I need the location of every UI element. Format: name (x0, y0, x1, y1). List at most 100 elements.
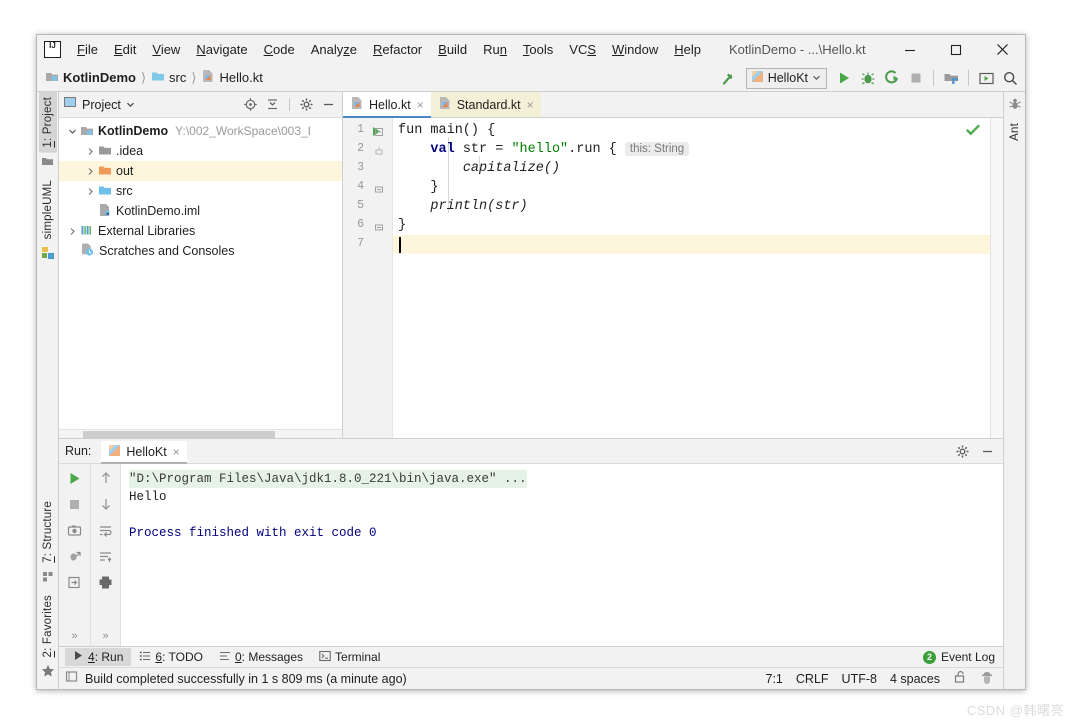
tree-item-scratches-and-consoles[interactable]: Scratches and Consoles (59, 241, 342, 261)
fold-marker-icon[interactable] (374, 124, 388, 142)
menu-help[interactable]: Help (666, 39, 709, 60)
breadcrumb-src[interactable]: src (151, 69, 186, 86)
gear-icon[interactable] (953, 442, 972, 461)
up-arrow-icon[interactable] (96, 468, 116, 488)
menu-run[interactable]: Run (475, 39, 515, 60)
sidebar-item-ant[interactable]: Ant (1006, 118, 1024, 146)
run-window-header: Run: HelloKt × (59, 439, 1003, 464)
editor-gutter[interactable]: 1 2 3 4 5 6 7 (343, 118, 393, 438)
menu-analyze[interactable]: Analyze (303, 39, 365, 60)
search-everywhere-icon[interactable] (999, 67, 1021, 89)
line-separator[interactable]: CRLF (796, 672, 829, 686)
hector-icon[interactable] (980, 670, 994, 687)
chevron-right-icon[interactable] (83, 187, 98, 196)
breadcrumb-hello-kt[interactable]: Hello.kt (201, 69, 263, 86)
close-icon[interactable] (979, 35, 1025, 64)
maximize-icon[interactable] (933, 35, 979, 64)
menu-navigate[interactable]: Navigate (188, 39, 255, 60)
menu-vcs[interactable]: VCS (561, 39, 604, 60)
gear-icon[interactable] (297, 95, 316, 114)
overflow-icon[interactable]: » (71, 630, 77, 642)
indent-setting[interactable]: 4 spaces (890, 672, 940, 686)
hide-icon[interactable] (319, 95, 338, 114)
code-content[interactable]: fun main() { val str = "hello".run { thi… (393, 118, 990, 438)
error-stripe-scrollbar[interactable] (990, 118, 1003, 438)
update-project-icon[interactable] (975, 67, 997, 89)
checkmark-ok-icon[interactable] (966, 123, 980, 142)
overflow-icon[interactable]: » (102, 630, 108, 642)
bottom-item-run[interactable]: 4: Run (65, 648, 132, 666)
tree-item-src[interactable]: src (59, 181, 342, 201)
close-icon[interactable]: × (173, 445, 180, 459)
debug-icon[interactable] (857, 67, 879, 89)
tab-standard-kt[interactable]: Standard.kt × (430, 92, 541, 117)
code-editor-area[interactable]: 1 2 3 4 5 6 7 fun main() {val str = "he… (343, 118, 1003, 438)
close-icon[interactable]: × (417, 98, 424, 112)
uml-icon (41, 246, 55, 265)
export-icon[interactable] (65, 572, 85, 592)
chevron-down-icon[interactable] (65, 127, 80, 136)
fold-marker-icon[interactable] (374, 220, 388, 238)
rerun-icon[interactable] (65, 468, 85, 488)
run-configuration-selector[interactable]: HelloKt (745, 67, 827, 89)
sidebar-item-project[interactable]: 1: Project (38, 92, 57, 153)
chevron-right-icon[interactable] (83, 167, 98, 176)
tree-item-kotlindemo[interactable]: KotlinDemo Y:\002_WorkSpace\003_I (59, 121, 342, 141)
tree-item-idea[interactable]: .idea (59, 141, 342, 161)
sidebar-item-structure[interactable]: 7: Structure (39, 496, 57, 568)
unlocked-icon[interactable] (953, 670, 967, 687)
locate-icon[interactable] (241, 95, 260, 114)
fold-marker-icon[interactable] (374, 182, 388, 200)
hide-icon[interactable] (978, 442, 997, 461)
bottom-item-terminal[interactable]: Terminal (311, 648, 388, 667)
chevron-down-icon (812, 71, 821, 85)
sidebar-item-simpleuml[interactable]: simpleUML (39, 175, 57, 244)
run-icon[interactable] (833, 67, 855, 89)
project-horizontal-scrollbar[interactable] (59, 429, 342, 438)
code-text: println(str) (430, 199, 528, 214)
tab-hello-kt[interactable]: Hello.kt × (343, 92, 431, 118)
snapshot-icon[interactable] (65, 520, 85, 540)
event-log-area[interactable]: 2 Event Log (922, 650, 1003, 664)
chevron-right-icon[interactable] (83, 147, 98, 156)
breadcrumb-kotlindemo[interactable]: KotlinDemo (45, 69, 136, 86)
chevron-down-icon[interactable] (126, 96, 135, 114)
sidebar-item-favorites[interactable]: 2: Favorites (39, 590, 57, 663)
sort-icon[interactable] (96, 546, 116, 566)
print-icon[interactable] (96, 572, 116, 592)
soft-wrap-icon[interactable] (96, 520, 116, 540)
menu-code[interactable]: Code (256, 39, 303, 60)
menu-refactor[interactable]: Refactor (365, 39, 430, 60)
menu-file[interactable]: File (69, 39, 106, 60)
menu-build[interactable]: Build (430, 39, 475, 60)
menu-view[interactable]: View (144, 39, 188, 60)
stop-icon (905, 67, 927, 89)
line-number: 4 (357, 180, 364, 193)
run-tab-hellokt[interactable]: HelloKt × (101, 440, 188, 464)
debug-attach-icon[interactable] (65, 546, 85, 566)
collapse-all-icon[interactable] (263, 95, 282, 114)
console-output[interactable]: "D:\Program Files\Java\jdk1.8.0_221\bin\… (121, 464, 1003, 646)
project-structure-icon[interactable] (940, 67, 962, 89)
caret-position[interactable]: 7:1 (766, 672, 783, 686)
minimize-icon[interactable] (887, 35, 933, 64)
hammer-icon[interactable] (718, 67, 740, 89)
close-icon[interactable]: × (527, 98, 534, 112)
tree-item-kotlindemo-iml[interactable]: KotlinDemo.iml (59, 201, 342, 221)
tree-item-out[interactable]: out (59, 161, 342, 181)
down-arrow-icon[interactable] (96, 494, 116, 514)
console-text: "D:\Program Files\Java\jdk1.8.0_221\bin\… (129, 470, 527, 488)
menu-window[interactable]: Window (604, 39, 666, 60)
bottom-item-todo[interactable]: 6: TODO (131, 648, 211, 667)
file-encoding[interactable]: UTF-8 (842, 672, 877, 686)
project-panel-title: Project (82, 97, 121, 112)
run-with-coverage-icon[interactable] (881, 67, 903, 89)
menu-tools[interactable]: Tools (515, 39, 561, 60)
chevron-right-icon[interactable] (65, 227, 80, 236)
fold-marker-icon[interactable] (374, 144, 388, 162)
bottom-item-messages[interactable]: 0: Messages (211, 648, 311, 667)
line-number: 7 (357, 237, 364, 250)
status-toggle-icon[interactable] (65, 670, 78, 688)
menu-edit[interactable]: Edit (106, 39, 144, 60)
tree-item-external-libraries[interactable]: External Libraries (59, 221, 342, 241)
